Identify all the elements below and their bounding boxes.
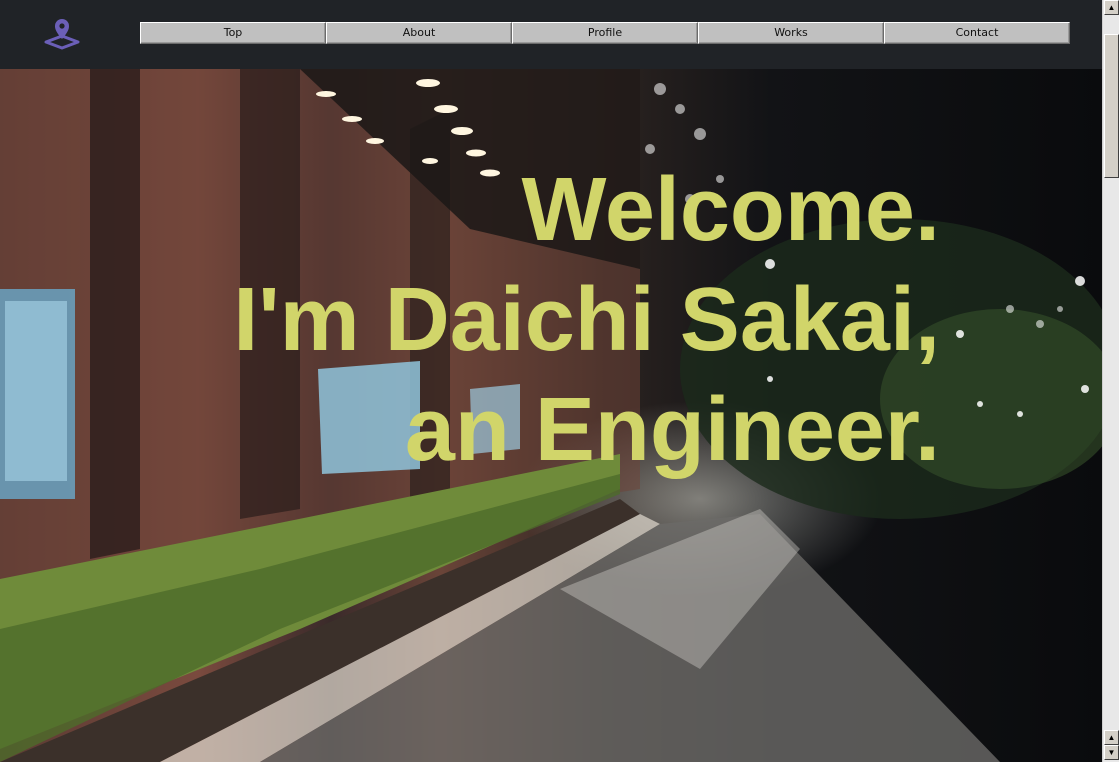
main-nav: Top About Profile Works Contact bbox=[140, 22, 1070, 44]
scrollbar-thumb[interactable] bbox=[1104, 34, 1119, 178]
map-pin-icon[interactable] bbox=[42, 17, 82, 51]
nav-profile-button[interactable]: Profile bbox=[512, 22, 698, 44]
arrow-up-icon[interactable]: ▲ bbox=[1104, 730, 1119, 745]
arrow-up-icon[interactable]: ▲ bbox=[1104, 0, 1119, 15]
nav-top-button[interactable]: Top bbox=[140, 22, 326, 44]
nav-works-button[interactable]: Works bbox=[698, 22, 884, 44]
hero-line-name: I'm Daichi Sakai, bbox=[233, 270, 940, 370]
vertical-scrollbar[interactable]: ▲ ▲ ▼ bbox=[1102, 0, 1119, 762]
nav-about-button[interactable]: About bbox=[326, 22, 512, 44]
arrow-down-icon[interactable]: ▼ bbox=[1104, 745, 1119, 760]
nav-contact-button[interactable]: Contact bbox=[884, 22, 1070, 44]
site-header: Top About Profile Works Contact bbox=[0, 0, 1102, 69]
hero-headline: Welcome. I'm Daichi Sakai, an Engineer. bbox=[0, 155, 940, 485]
hero-line-welcome: Welcome. bbox=[521, 160, 941, 260]
hero-line-role: an Engineer. bbox=[404, 380, 940, 480]
hero-section: Welcome. I'm Daichi Sakai, an Engineer. bbox=[0, 69, 1102, 762]
